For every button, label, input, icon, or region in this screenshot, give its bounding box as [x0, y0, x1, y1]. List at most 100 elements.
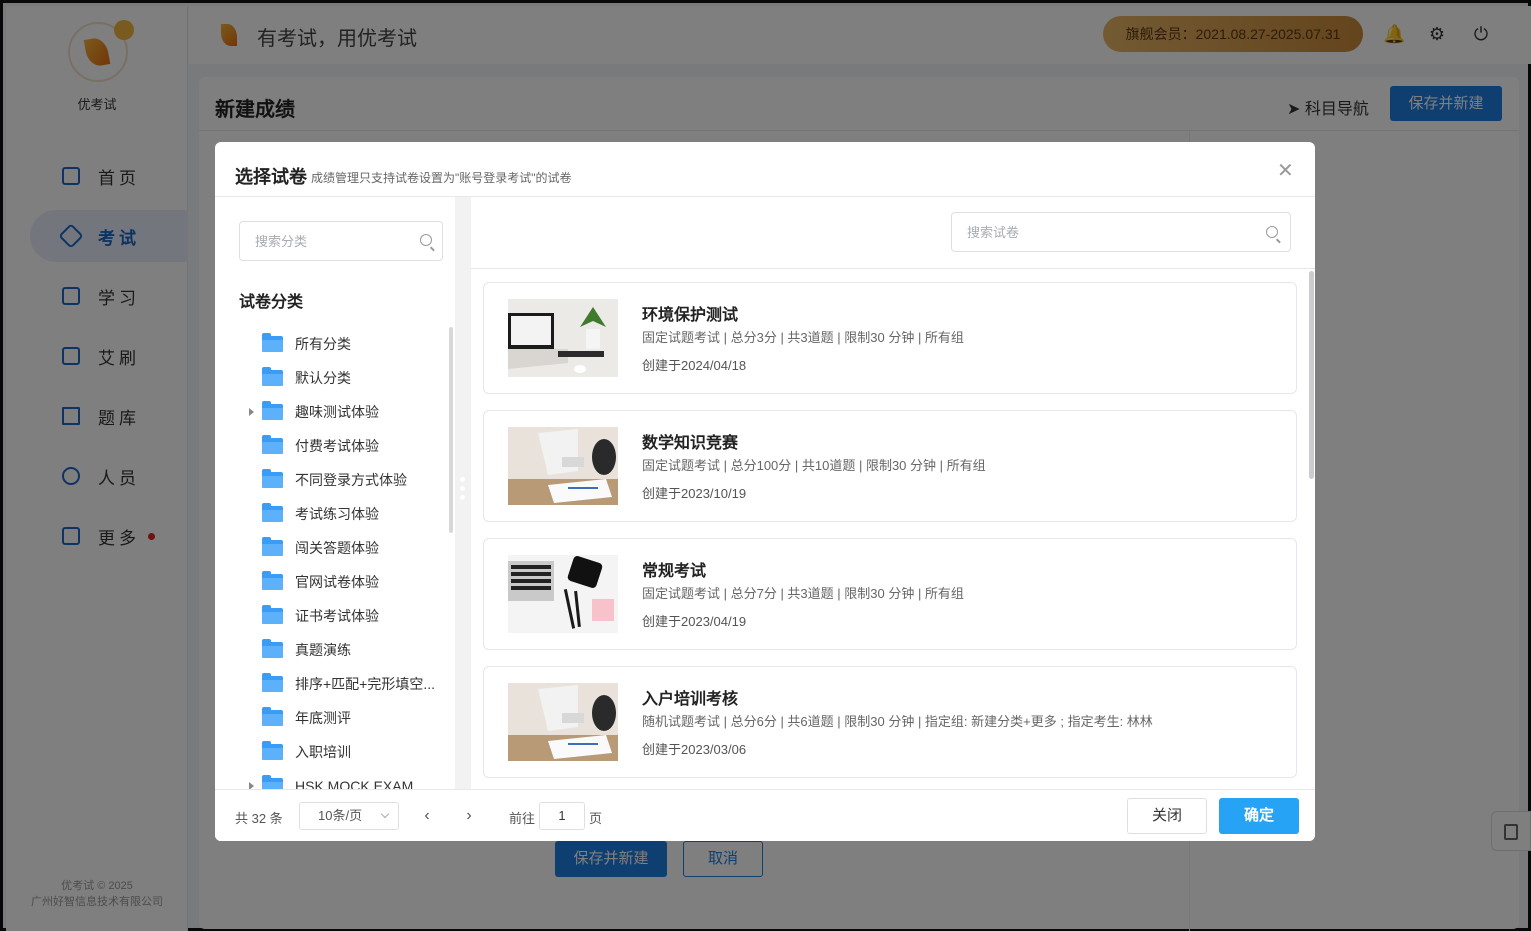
paper-title: 数学知识竞赛	[642, 435, 739, 452]
tree-item-label: 排序+匹配+完形填空...	[295, 676, 436, 692]
next-page-icon[interactable]: ›	[455, 802, 483, 830]
dialog-title: 选择试卷	[235, 167, 307, 187]
paper-title: 常规考试	[642, 563, 707, 580]
pane-splitter[interactable]	[455, 197, 471, 789]
page-size-select[interactable]: 10条/页	[299, 802, 399, 830]
folder-icon	[262, 537, 283, 556]
paper-card[interactable]: 入户培训考核 随机试题考试 | 总分6分 | 共6道题 | 限制30 分钟 | …	[483, 666, 1297, 778]
paper-search[interactable]	[951, 212, 1291, 252]
select-paper-dialog: 选择试卷 成绩管理只支持试卷设置为"账号登录考试"的试卷 ✕ 试卷分类 所有分类…	[215, 142, 1315, 841]
tree-item[interactable]: 官网试卷体验	[215, 565, 451, 599]
expand-arrow-icon[interactable]	[249, 782, 254, 789]
goto-label: 前往	[509, 811, 536, 826]
paper-created-date: 创建于2024/04/18	[642, 358, 747, 373]
folder-icon	[262, 605, 283, 624]
drag-handle-icon[interactable]	[460, 477, 465, 482]
tree-item-label: 不同登录方式体验	[295, 472, 407, 488]
tree-item[interactable]: 所有分类	[215, 327, 451, 361]
category-pane: 试卷分类 所有分类 默认分类 趣味测试体验 付费考试体验 不同登录方式体验 考试…	[215, 197, 455, 789]
dialog-subtitle: 成绩管理只支持试卷设置为"账号登录考试"的试卷	[311, 171, 572, 185]
paper-thumbnail	[508, 427, 618, 505]
tree-item[interactable]: HSK MOCK EXAM	[215, 769, 451, 789]
paper-meta: 随机试题考试 | 总分6分 | 共6道题 | 限制30 分钟 | 指定组: 新建…	[642, 714, 1153, 729]
tree-item[interactable]: 付费考试体验	[215, 429, 451, 463]
search-icon[interactable]	[420, 234, 432, 246]
paper-thumbnail	[508, 299, 618, 377]
paper-thumbnail	[508, 683, 618, 761]
paper-created-date: 创建于2023/10/19	[642, 486, 747, 501]
tree-item[interactable]: 证书考试体验	[215, 599, 451, 633]
folder-icon	[262, 571, 283, 590]
folder-icon	[262, 673, 283, 692]
tree-item-label: 官网试卷体验	[295, 574, 379, 590]
paper-card[interactable]: 数学知识竞赛 固定试题考试 | 总分100分 | 共10道题 | 限制30 分钟…	[483, 410, 1297, 522]
paper-card[interactable]: 常规考试 固定试题考试 | 总分7分 | 共3道题 | 限制30 分钟 | 所有…	[483, 538, 1297, 650]
paper-created-date: 创建于2023/04/19	[642, 614, 747, 629]
pagination-total: 共 32 条	[235, 811, 283, 826]
tree-item-label: 证书考试体验	[295, 608, 379, 624]
tree-item-label: 真题演练	[295, 642, 351, 658]
dialog-footer: 共 32 条 10条/页 ‹ › 前往 1 页 关闭 确定	[215, 789, 1315, 841]
keyboard-phone-image	[508, 555, 618, 633]
tree-item[interactable]: 入职培训	[215, 735, 451, 769]
paper-pane: 环境保护测试 固定试题考试 | 总分3分 | 共3道题 | 限制30 分钟 | …	[471, 197, 1315, 789]
category-search-input[interactable]	[240, 222, 400, 260]
tree-item[interactable]: 闯关答题体验	[215, 531, 451, 565]
tree-item-label: 入职培训	[295, 744, 351, 760]
tree-item[interactable]: 年底测评	[215, 701, 451, 735]
tree-item[interactable]: 真题演练	[215, 633, 451, 667]
tree-item[interactable]: 排序+匹配+完形填空...	[215, 667, 451, 701]
tree-item-label: 闯关答题体验	[295, 540, 379, 556]
tree-item[interactable]: 趣味测试体验	[215, 395, 451, 429]
folder-icon	[262, 503, 283, 522]
paper-list-scrollbar[interactable]	[1309, 271, 1314, 479]
paper-created-date: 创建于2023/03/06	[642, 742, 747, 757]
desk-writing-image	[508, 683, 618, 761]
close-button[interactable]: 关闭	[1127, 798, 1207, 834]
close-icon[interactable]: ✕	[1277, 158, 1294, 183]
paper-title: 环境保护测试	[642, 307, 739, 324]
folder-icon	[262, 741, 283, 760]
folder-icon	[262, 333, 283, 352]
folder-icon	[262, 707, 283, 726]
tree-item-label: HSK MOCK EXAM	[295, 778, 414, 789]
category-scrollbar[interactable]	[449, 327, 453, 533]
paper-meta: 固定试题考试 | 总分7分 | 共3道题 | 限制30 分钟 | 所有组	[642, 586, 964, 601]
page-unit-label: 页	[589, 811, 603, 826]
page-size-value: 10条/页	[318, 808, 363, 823]
folder-icon	[262, 401, 283, 420]
tree-item-label: 趣味测试体验	[295, 404, 379, 420]
folder-icon	[262, 775, 283, 789]
tree-item-label: 所有分类	[295, 336, 351, 352]
laptop-plant-image	[508, 299, 618, 377]
category-search[interactable]	[239, 221, 443, 261]
category-tree: 所有分类 默认分类 趣味测试体验 付费考试体验 不同登录方式体验 考试练习体验 …	[215, 327, 451, 789]
tree-item-label: 默认分类	[295, 370, 351, 386]
paper-search-input[interactable]	[952, 213, 1252, 251]
paper-card[interactable]: 环境保护测试 固定试题考试 | 总分3分 | 共3道题 | 限制30 分钟 | …	[483, 282, 1297, 394]
tree-item[interactable]: 默认分类	[215, 361, 451, 395]
folder-icon	[262, 435, 283, 454]
tree-item-label: 考试练习体验	[295, 506, 379, 522]
paper-meta: 固定试题考试 | 总分3分 | 共3道题 | 限制30 分钟 | 所有组	[642, 330, 964, 345]
expand-arrow-icon[interactable]	[249, 408, 254, 416]
desk-writing-image	[508, 427, 618, 505]
goto-page-input[interactable]: 1	[539, 802, 585, 830]
tree-item[interactable]: 考试练习体验	[215, 497, 451, 531]
folder-icon	[262, 367, 283, 386]
category-title: 试卷分类	[239, 294, 304, 311]
paper-thumbnail	[508, 555, 618, 633]
paper-meta: 固定试题考试 | 总分100分 | 共10道题 | 限制30 分钟 | 所有组	[642, 458, 986, 473]
paper-title: 入户培训考核	[642, 691, 739, 708]
chevron-down-icon	[380, 809, 390, 819]
folder-icon	[262, 469, 283, 488]
tree-item[interactable]: 不同登录方式体验	[215, 463, 451, 497]
tree-item-label: 年底测评	[295, 710, 351, 726]
paper-list: 环境保护测试 固定试题考试 | 总分3分 | 共3道题 | 限制30 分钟 | …	[471, 269, 1315, 789]
search-icon[interactable]	[1266, 226, 1278, 238]
prev-page-icon[interactable]: ‹	[413, 802, 441, 830]
dialog-header: 选择试卷 成绩管理只支持试卷设置为"账号登录考试"的试卷 ✕	[215, 142, 1315, 197]
confirm-button[interactable]: 确定	[1219, 798, 1299, 834]
tree-item-label: 付费考试体验	[295, 438, 379, 454]
folder-icon	[262, 639, 283, 658]
